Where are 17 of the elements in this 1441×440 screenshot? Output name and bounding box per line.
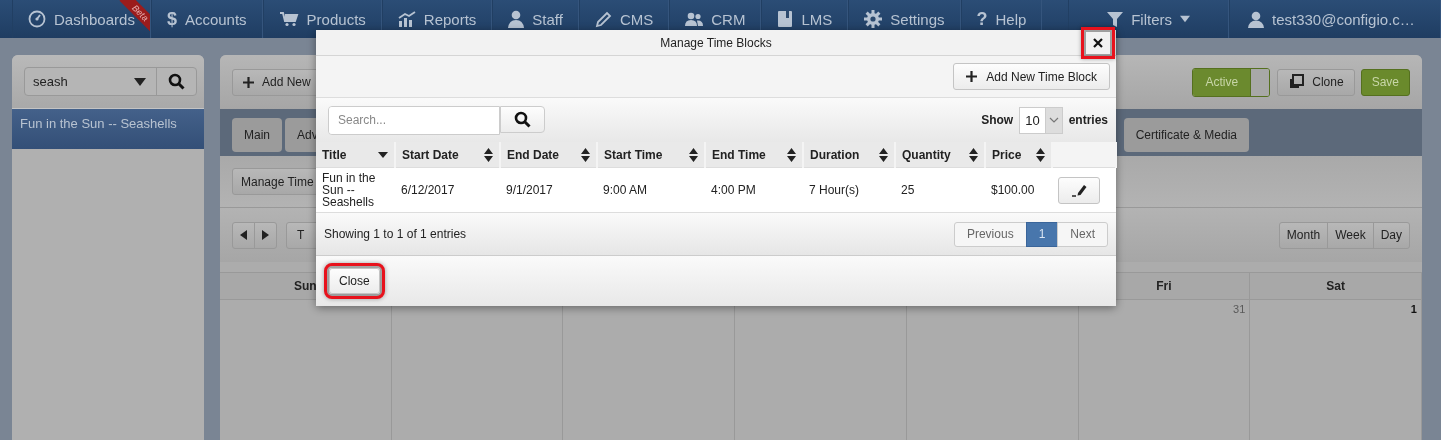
table-cell: 9/1/2017 <box>500 167 597 213</box>
nav-glyph-icon: $ <box>166 8 177 30</box>
table-cell: 6/12/2017 <box>395 167 500 213</box>
table-cell: 7 Hour(s) <box>803 167 895 213</box>
table-cell: 4:00 PM <box>705 167 803 213</box>
day-number: 31 <box>1233 303 1246 315</box>
entries-info: Showing 1 to 1 of 1 entries <box>324 227 467 241</box>
entries-label: entries <box>1068 113 1108 127</box>
dialog-title: Manage Time Blocks <box>660 35 772 50</box>
nav-glyph-icon: ? <box>976 8 988 30</box>
day-number: 1 <box>1410 303 1417 315</box>
table-cell: 25 <box>895 167 985 213</box>
table-cell: $100.00 <box>985 167 1052 213</box>
show-label: Show <box>981 113 1014 127</box>
day-header: Sat <box>1250 273 1422 299</box>
table-cell: Fun in the Sun -- Seashells <box>316 167 395 213</box>
table-cell: 9:00 AM <box>597 167 705 213</box>
